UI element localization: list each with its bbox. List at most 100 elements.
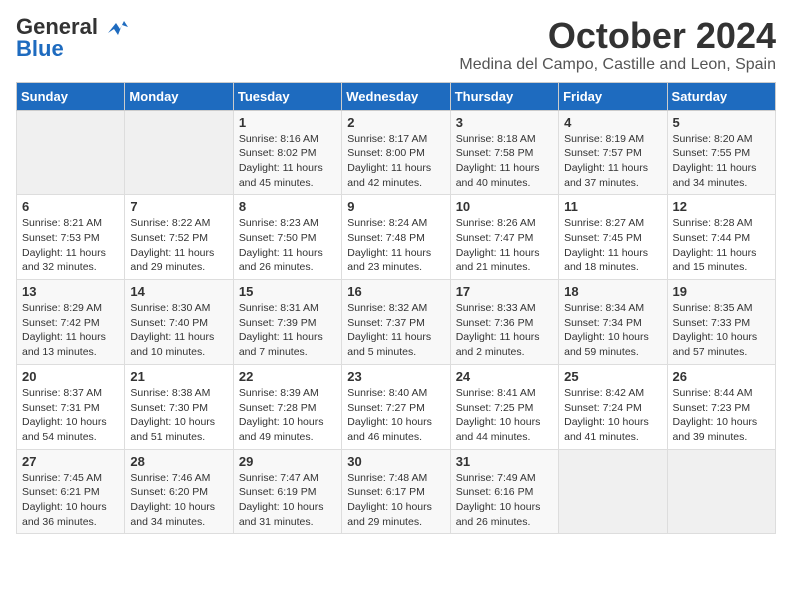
calendar-cell: 3 Sunrise: 8:18 AM Sunset: 7:58 PM Daylig… [450,110,558,195]
day-info: Sunrise: 8:31 AM Sunset: 7:39 PM Dayligh… [239,301,336,360]
day-info: Sunrise: 8:33 AM Sunset: 7:36 PM Dayligh… [456,301,553,360]
day-info: Sunrise: 8:17 AM Sunset: 8:00 PM Dayligh… [347,132,444,191]
calendar-cell: 12 Sunrise: 8:28 AM Sunset: 7:44 PM Dayli… [667,195,775,280]
calendar-cell: 30Sunrise: 7:48 AM Sunset: 6:17 PM Dayli… [342,449,450,534]
month-title: October 2024 [459,16,776,56]
calendar-cell: 11 Sunrise: 8:27 AM Sunset: 7:45 PM Dayli… [559,195,667,280]
day-info: Sunrise: 8:18 AM Sunset: 7:58 PM Dayligh… [456,132,553,191]
page-header: General Blue October 2024 Medina del Cam… [16,16,776,74]
day-info: Sunrise: 7:46 AM Sunset: 6:20 PM Dayligh… [130,471,227,530]
day-number: 5 [673,115,770,130]
location: Medina del Campo, Castille and Leon, Spa… [459,56,776,74]
day-info: Sunrise: 8:39 AM Sunset: 7:28 PM Dayligh… [239,386,336,445]
day-number: 16 [347,284,444,299]
calendar-cell [17,110,125,195]
day-header-monday: Monday [125,82,233,110]
day-header-thursday: Thursday [450,82,558,110]
calendar-cell: 7Sunrise: 8:22 AM Sunset: 7:52 PM Daylig… [125,195,233,280]
calendar-cell: 16 Sunrise: 8:32 AM Sunset: 7:37 PM Dayli… [342,280,450,365]
day-number: 6 [22,199,119,214]
day-info: Sunrise: 8:24 AM Sunset: 7:48 PM Dayligh… [347,216,444,275]
calendar-cell: 24 Sunrise: 8:41 AM Sunset: 7:25 PM Dayli… [450,364,558,449]
calendar-cell: 31Sunrise: 7:49 AM Sunset: 6:16 PM Dayli… [450,449,558,534]
calendar-week-row: 13 Sunrise: 8:29 AM Sunset: 7:42 PM Dayli… [17,280,776,365]
day-number: 21 [130,369,227,384]
day-info: Sunrise: 8:20 AM Sunset: 7:55 PM Dayligh… [673,132,770,191]
day-info: Sunrise: 8:21 AM Sunset: 7:53 PM Dayligh… [22,216,119,275]
calendar-cell: 10Sunrise: 8:26 AM Sunset: 7:47 PM Dayli… [450,195,558,280]
day-number: 18 [564,284,661,299]
day-number: 26 [673,369,770,384]
logo-blue: Blue [16,38,64,60]
calendar-cell: 9 Sunrise: 8:24 AM Sunset: 7:48 PM Daylig… [342,195,450,280]
day-info: Sunrise: 8:22 AM Sunset: 7:52 PM Dayligh… [130,216,227,275]
day-number: 20 [22,369,119,384]
calendar-cell: 2 Sunrise: 8:17 AM Sunset: 8:00 PM Daylig… [342,110,450,195]
day-info: Sunrise: 8:41 AM Sunset: 7:25 PM Dayligh… [456,386,553,445]
day-info: Sunrise: 8:37 AM Sunset: 7:31 PM Dayligh… [22,386,119,445]
day-number: 24 [456,369,553,384]
calendar-cell: 17 Sunrise: 8:33 AM Sunset: 7:36 PM Dayli… [450,280,558,365]
day-info: Sunrise: 8:29 AM Sunset: 7:42 PM Dayligh… [22,301,119,360]
day-info: Sunrise: 8:42 AM Sunset: 7:24 PM Dayligh… [564,386,661,445]
day-number: 23 [347,369,444,384]
calendar-cell: 26 Sunrise: 8:44 AM Sunset: 7:23 PM Dayli… [667,364,775,449]
day-number: 9 [347,199,444,214]
calendar-cell: 28 Sunrise: 7:46 AM Sunset: 6:20 PM Dayli… [125,449,233,534]
day-number: 4 [564,115,661,130]
day-number: 13 [22,284,119,299]
calendar-cell: 5 Sunrise: 8:20 AM Sunset: 7:55 PM Daylig… [667,110,775,195]
calendar-header-row: SundayMondayTuesdayWednesdayThursdayFrid… [17,82,776,110]
calendar-cell: 22 Sunrise: 8:39 AM Sunset: 7:28 PM Dayli… [233,364,341,449]
day-info: Sunrise: 8:28 AM Sunset: 7:44 PM Dayligh… [673,216,770,275]
day-info: Sunrise: 8:32 AM Sunset: 7:37 PM Dayligh… [347,301,444,360]
calendar-week-row: 6 Sunrise: 8:21 AM Sunset: 7:53 PM Daylig… [17,195,776,280]
day-info: Sunrise: 7:47 AM Sunset: 6:19 PM Dayligh… [239,471,336,530]
day-header-wednesday: Wednesday [342,82,450,110]
day-number: 12 [673,199,770,214]
day-number: 8 [239,199,336,214]
day-header-sunday: Sunday [17,82,125,110]
day-info: Sunrise: 8:27 AM Sunset: 7:45 PM Dayligh… [564,216,661,275]
calendar-cell: 14Sunrise: 8:30 AM Sunset: 7:40 PM Dayli… [125,280,233,365]
day-info: Sunrise: 8:30 AM Sunset: 7:40 PM Dayligh… [130,301,227,360]
day-number: 2 [347,115,444,130]
day-number: 25 [564,369,661,384]
calendar-cell: 4 Sunrise: 8:19 AM Sunset: 7:57 PM Daylig… [559,110,667,195]
calendar-cell: 6 Sunrise: 8:21 AM Sunset: 7:53 PM Daylig… [17,195,125,280]
calendar-cell [667,449,775,534]
calendar-cell: 8 Sunrise: 8:23 AM Sunset: 7:50 PM Daylig… [233,195,341,280]
day-number: 11 [564,199,661,214]
day-number: 28 [130,454,227,469]
day-info: Sunrise: 8:19 AM Sunset: 7:57 PM Dayligh… [564,132,661,191]
day-header-tuesday: Tuesday [233,82,341,110]
calendar-cell: 29 Sunrise: 7:47 AM Sunset: 6:19 PM Dayli… [233,449,341,534]
logo: General Blue [16,16,128,60]
title-block: October 2024 Medina del Campo, Castille … [459,16,776,74]
day-info: Sunrise: 8:44 AM Sunset: 7:23 PM Dayligh… [673,386,770,445]
day-info: Sunrise: 8:26 AM Sunset: 7:47 PM Dayligh… [456,216,553,275]
day-number: 29 [239,454,336,469]
calendar-cell: 19Sunrise: 8:35 AM Sunset: 7:33 PM Dayli… [667,280,775,365]
calendar-table: SundayMondayTuesdayWednesdayThursdayFrid… [16,82,776,535]
day-info: Sunrise: 8:40 AM Sunset: 7:27 PM Dayligh… [347,386,444,445]
day-number: 15 [239,284,336,299]
calendar-cell [559,449,667,534]
calendar-cell: 15 Sunrise: 8:31 AM Sunset: 7:39 PM Dayli… [233,280,341,365]
calendar-cell: 27Sunrise: 7:45 AM Sunset: 6:21 PM Dayli… [17,449,125,534]
day-number: 19 [673,284,770,299]
calendar-cell: 23 Sunrise: 8:40 AM Sunset: 7:27 PM Dayli… [342,364,450,449]
day-info: Sunrise: 8:16 AM Sunset: 8:02 PM Dayligh… [239,132,336,191]
day-info: Sunrise: 8:38 AM Sunset: 7:30 PM Dayligh… [130,386,227,445]
day-header-friday: Friday [559,82,667,110]
day-number: 22 [239,369,336,384]
day-number: 27 [22,454,119,469]
day-info: Sunrise: 7:48 AM Sunset: 6:17 PM Dayligh… [347,471,444,530]
calendar-week-row: 20 Sunrise: 8:37 AM Sunset: 7:31 PM Dayli… [17,364,776,449]
day-number: 17 [456,284,553,299]
calendar-cell [125,110,233,195]
day-info: Sunrise: 8:23 AM Sunset: 7:50 PM Dayligh… [239,216,336,275]
calendar-cell: 20 Sunrise: 8:37 AM Sunset: 7:31 PM Dayli… [17,364,125,449]
day-number: 3 [456,115,553,130]
calendar-cell: 1Sunrise: 8:16 AM Sunset: 8:02 PM Daylig… [233,110,341,195]
